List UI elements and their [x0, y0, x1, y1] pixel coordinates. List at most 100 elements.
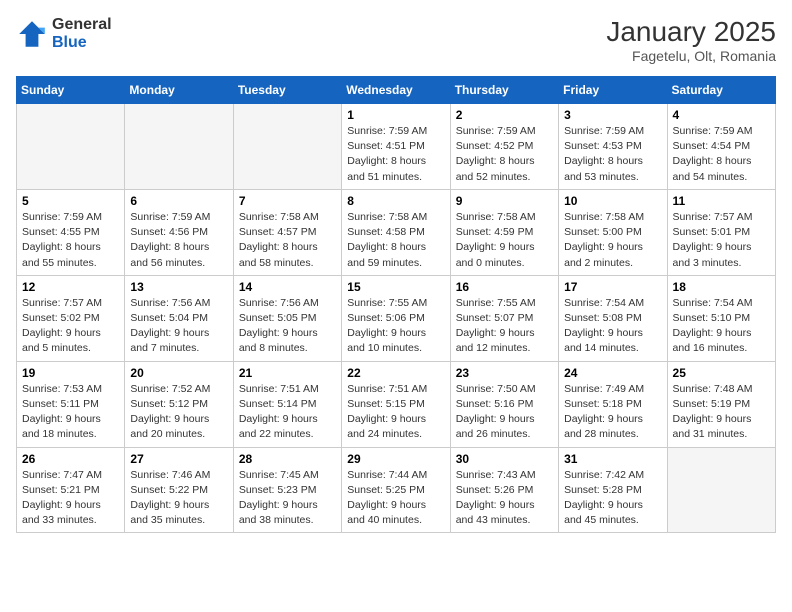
calendar-cell: 22Sunrise: 7:51 AM Sunset: 5:15 PM Dayli… — [342, 361, 450, 447]
calendar-cell: 14 Sunrise: 7:56 AM Sunset: 5:05 PM Dayli… — [233, 275, 341, 361]
cell-info: Sunrise: 7:44 AM Sunset: 5:25 PM Dayligh… — [347, 468, 444, 529]
weekday-header-wednesday: Wednesday — [342, 77, 450, 104]
calendar-cell: 7 Sunrise: 7:58 AM Sunset: 4:57 PM Daylig… — [233, 189, 341, 275]
day-number: 29 — [347, 452, 444, 466]
calendar-cell: 1 Sunrise: 7:59 AM Sunset: 4:51 PM Daylig… — [342, 104, 450, 190]
weekday-header-thursday: Thursday — [450, 77, 558, 104]
cell-info: Sunrise: 7:59 AM Sunset: 4:56 PM Dayligh… — [130, 210, 227, 271]
day-number: 10 — [564, 194, 661, 208]
calendar-cell: 21 Sunrise: 7:51 AM Sunset: 5:14 PM Dayli… — [233, 361, 341, 447]
weekday-header-tuesday: Tuesday — [233, 77, 341, 104]
calendar-cell: 11 Sunrise: 7:57 AM Sunset: 5:01 PM Dayli… — [667, 189, 775, 275]
cell-info: Sunrise: 7:57 AM Sunset: 5:02 PM Dayligh… — [22, 296, 119, 357]
calendar-cell — [125, 104, 233, 190]
calendar-cell — [233, 104, 341, 190]
day-number: 1 — [347, 108, 444, 122]
calendar-cell: 27Sunrise: 7:46 AM Sunset: 5:22 PM Dayli… — [125, 447, 233, 533]
calendar-cell — [667, 447, 775, 533]
calendar-table: SundayMondayTuesdayWednesdayThursdayFrid… — [16, 76, 776, 533]
day-number: 23 — [456, 366, 553, 380]
week-row-4: 19 Sunrise: 7:53 AM Sunset: 5:11 PM Dayli… — [17, 361, 776, 447]
cell-info: Sunrise: 7:55 AM Sunset: 5:07 PM Dayligh… — [456, 296, 553, 357]
calendar-cell: 20Sunrise: 7:52 AM Sunset: 5:12 PM Dayli… — [125, 361, 233, 447]
cell-info: Sunrise: 7:46 AM Sunset: 5:22 PM Dayligh… — [130, 468, 227, 529]
day-number: 7 — [239, 194, 336, 208]
calendar-cell: 23 Sunrise: 7:50 AM Sunset: 5:16 PM Dayli… — [450, 361, 558, 447]
calendar-cell: 29 Sunrise: 7:44 AM Sunset: 5:25 PM Dayli… — [342, 447, 450, 533]
calendar-cell: 19 Sunrise: 7:53 AM Sunset: 5:11 PM Dayli… — [17, 361, 125, 447]
weekday-header-monday: Monday — [125, 77, 233, 104]
cell-info: Sunrise: 7:59 AM Sunset: 4:55 PM Dayligh… — [22, 210, 119, 271]
cell-info: Sunrise: 7:50 AM Sunset: 5:16 PM Dayligh… — [456, 382, 553, 443]
day-number: 5 — [22, 194, 119, 208]
day-number: 14 — [239, 280, 336, 294]
day-number: 22 — [347, 366, 444, 380]
cell-info: Sunrise: 7:45 AM Sunset: 5:23 PM Dayligh… — [239, 468, 336, 529]
calendar-cell: 25 Sunrise: 7:48 AM Sunset: 5:19 PM Dayli… — [667, 361, 775, 447]
calendar-cell: 28 Sunrise: 7:45 AM Sunset: 5:23 PM Dayli… — [233, 447, 341, 533]
day-number: 6 — [130, 194, 227, 208]
calendar-cell: 9 Sunrise: 7:58 AM Sunset: 4:59 PM Daylig… — [450, 189, 558, 275]
calendar-cell — [17, 104, 125, 190]
weekday-header-sunday: Sunday — [17, 77, 125, 104]
cell-info: Sunrise: 7:59 AM Sunset: 4:51 PM Dayligh… — [347, 124, 444, 185]
calendar-cell: 24 Sunrise: 7:49 AM Sunset: 5:18 PM Dayli… — [559, 361, 667, 447]
calendar-cell: 13 Sunrise: 7:56 AM Sunset: 5:04 PM Dayli… — [125, 275, 233, 361]
cell-info: Sunrise: 7:58 AM Sunset: 4:57 PM Dayligh… — [239, 210, 336, 271]
week-row-2: 5 Sunrise: 7:59 AM Sunset: 4:55 PM Daylig… — [17, 189, 776, 275]
cell-info: Sunrise: 7:56 AM Sunset: 5:05 PM Dayligh… — [239, 296, 336, 357]
weekday-header-saturday: Saturday — [667, 77, 775, 104]
calendar-cell: 5 Sunrise: 7:59 AM Sunset: 4:55 PM Daylig… — [17, 189, 125, 275]
day-number: 25 — [673, 366, 770, 380]
cell-info: Sunrise: 7:54 AM Sunset: 5:08 PM Dayligh… — [564, 296, 661, 357]
weekday-header-friday: Friday — [559, 77, 667, 104]
calendar-cell: 30Sunrise: 7:43 AM Sunset: 5:26 PM Dayli… — [450, 447, 558, 533]
calendar-cell: 26Sunrise: 7:47 AM Sunset: 5:21 PM Dayli… — [17, 447, 125, 533]
logo-icon — [16, 18, 48, 50]
calendar-cell: 18Sunrise: 7:54 AM Sunset: 5:10 PM Dayli… — [667, 275, 775, 361]
day-number: 21 — [239, 366, 336, 380]
day-number: 12 — [22, 280, 119, 294]
location-text: Fagetelu, Olt, Romania — [606, 48, 776, 64]
cell-info: Sunrise: 7:47 AM Sunset: 5:21 PM Dayligh… — [22, 468, 119, 529]
cell-info: Sunrise: 7:55 AM Sunset: 5:06 PM Dayligh… — [347, 296, 444, 357]
weekday-header-row: SundayMondayTuesdayWednesdayThursdayFrid… — [17, 77, 776, 104]
day-number: 30 — [456, 452, 553, 466]
calendar-cell: 8Sunrise: 7:58 AM Sunset: 4:58 PM Daylig… — [342, 189, 450, 275]
day-number: 17 — [564, 280, 661, 294]
calendar-cell: 16Sunrise: 7:55 AM Sunset: 5:07 PM Dayli… — [450, 275, 558, 361]
week-row-1: 1 Sunrise: 7:59 AM Sunset: 4:51 PM Daylig… — [17, 104, 776, 190]
calendar-cell: 6 Sunrise: 7:59 AM Sunset: 4:56 PM Daylig… — [125, 189, 233, 275]
day-number: 31 — [564, 452, 661, 466]
logo: General Blue — [16, 16, 112, 51]
cell-info: Sunrise: 7:59 AM Sunset: 4:54 PM Dayligh… — [673, 124, 770, 185]
calendar-cell: 10 Sunrise: 7:58 AM Sunset: 5:00 PM Dayli… — [559, 189, 667, 275]
cell-info: Sunrise: 7:53 AM Sunset: 5:11 PM Dayligh… — [22, 382, 119, 443]
cell-info: Sunrise: 7:58 AM Sunset: 4:59 PM Dayligh… — [456, 210, 553, 271]
week-row-5: 26Sunrise: 7:47 AM Sunset: 5:21 PM Dayli… — [17, 447, 776, 533]
day-number: 8 — [347, 194, 444, 208]
day-number: 15 — [347, 280, 444, 294]
calendar-cell: 4 Sunrise: 7:59 AM Sunset: 4:54 PM Daylig… — [667, 104, 775, 190]
cell-info: Sunrise: 7:56 AM Sunset: 5:04 PM Dayligh… — [130, 296, 227, 357]
cell-info: Sunrise: 7:49 AM Sunset: 5:18 PM Dayligh… — [564, 382, 661, 443]
cell-info: Sunrise: 7:58 AM Sunset: 5:00 PM Dayligh… — [564, 210, 661, 271]
month-title: January 2025 — [606, 16, 776, 48]
cell-info: Sunrise: 7:57 AM Sunset: 5:01 PM Dayligh… — [673, 210, 770, 271]
day-number: 24 — [564, 366, 661, 380]
cell-info: Sunrise: 7:48 AM Sunset: 5:19 PM Dayligh… — [673, 382, 770, 443]
day-number: 11 — [673, 194, 770, 208]
cell-info: Sunrise: 7:59 AM Sunset: 4:53 PM Dayligh… — [564, 124, 661, 185]
cell-info: Sunrise: 7:42 AM Sunset: 5:28 PM Dayligh… — [564, 468, 661, 529]
day-number: 19 — [22, 366, 119, 380]
title-block: January 2025 Fagetelu, Olt, Romania — [606, 16, 776, 64]
week-row-3: 12 Sunrise: 7:57 AM Sunset: 5:02 PM Dayli… — [17, 275, 776, 361]
cell-info: Sunrise: 7:54 AM Sunset: 5:10 PM Dayligh… — [673, 296, 770, 357]
day-number: 9 — [456, 194, 553, 208]
cell-info: Sunrise: 7:59 AM Sunset: 4:52 PM Dayligh… — [456, 124, 553, 185]
day-number: 4 — [673, 108, 770, 122]
cell-info: Sunrise: 7:51 AM Sunset: 5:14 PM Dayligh… — [239, 382, 336, 443]
calendar-cell: 15 Sunrise: 7:55 AM Sunset: 5:06 PM Dayli… — [342, 275, 450, 361]
day-number: 28 — [239, 452, 336, 466]
day-number: 13 — [130, 280, 227, 294]
